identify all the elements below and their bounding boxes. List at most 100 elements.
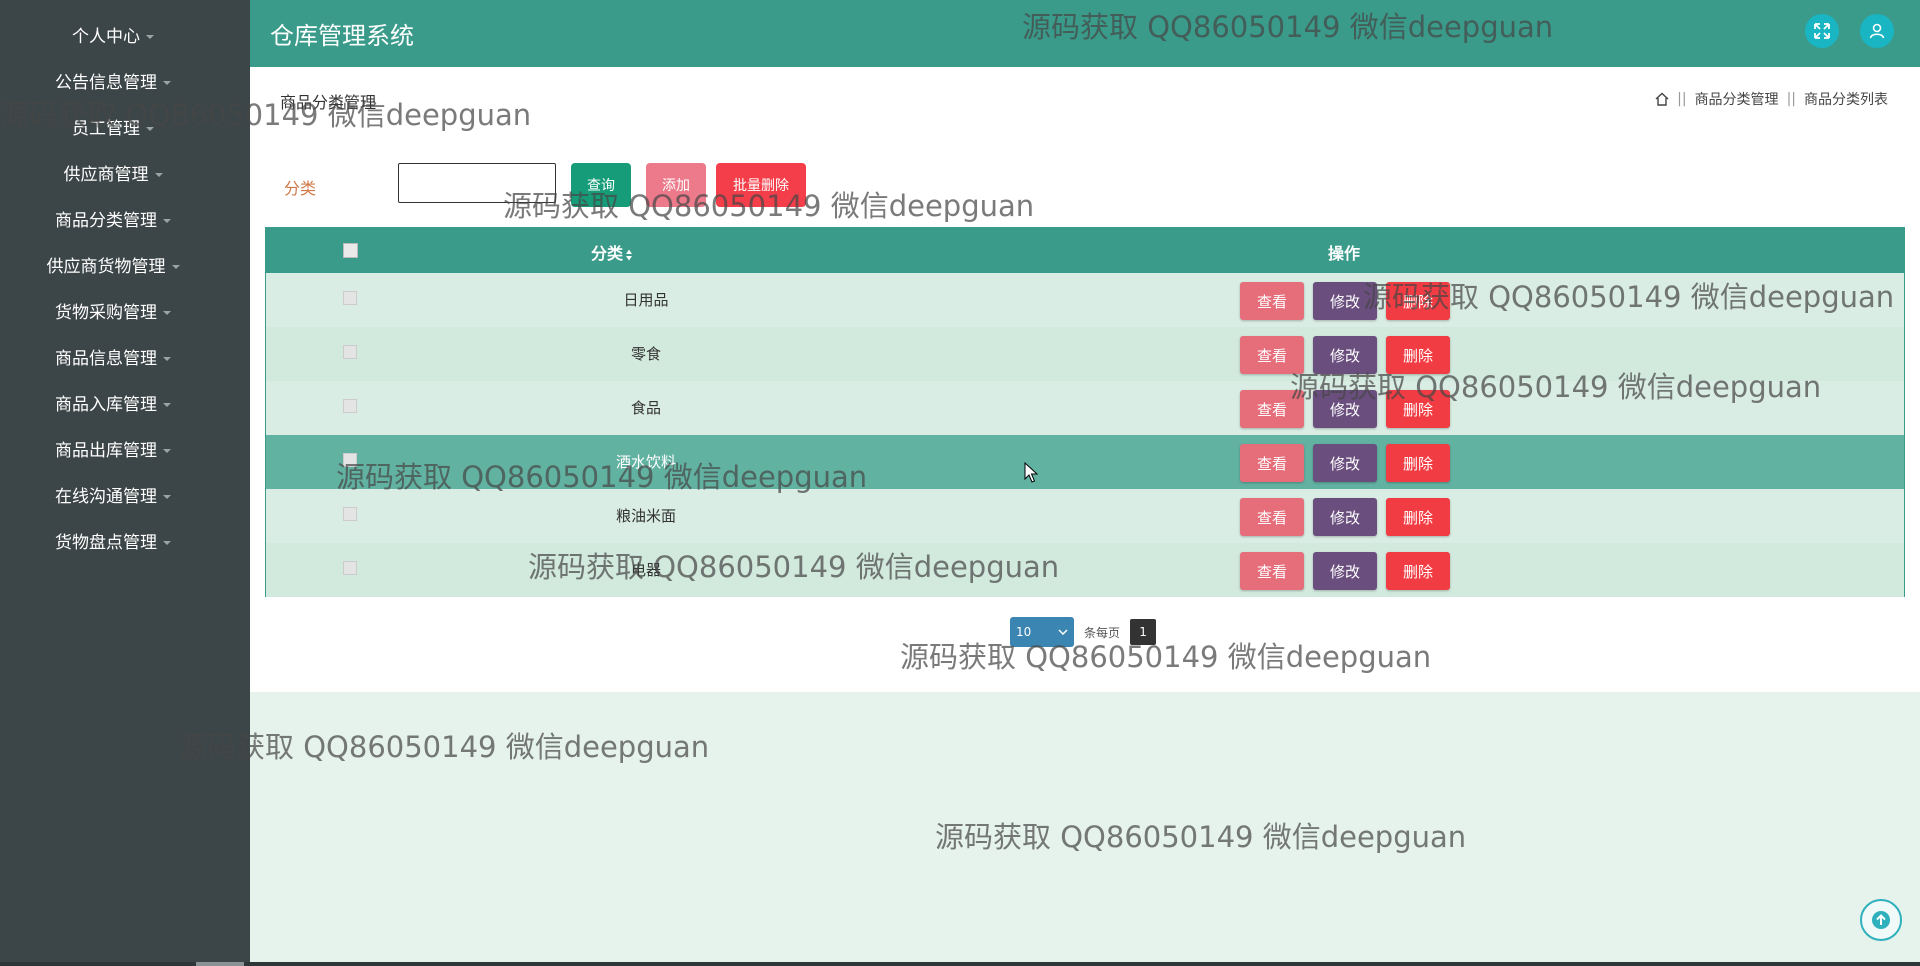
sidebar-item-label: 商品分类管理 [55, 211, 157, 231]
sidebar-item-label: 商品信息管理 [55, 349, 157, 369]
edit-button[interactable]: 修改 [1313, 498, 1377, 536]
sidebar-item-label: 商品出库管理 [55, 441, 157, 461]
category-table: 分类 操作 日用品 查看 修改 删除 零食 查看 修改 删除 食品 查看 修改 … [265, 227, 1905, 597]
user-icon [1869, 23, 1885, 39]
chevron-down-icon [163, 495, 171, 499]
breadcrumb-item: 商品分类列表 [1804, 92, 1888, 108]
sidebar-item-inventory-check[interactable]: 货物盘点管理 [0, 528, 226, 558]
row-checkbox[interactable] [343, 453, 357, 467]
expand-icon [1814, 23, 1830, 39]
arrow-up-icon [1872, 911, 1890, 929]
sidebar-item-stock-in[interactable]: 商品入库管理 [0, 390, 226, 420]
delete-button[interactable]: 删除 [1386, 444, 1450, 482]
row-category: 食品 [630, 399, 661, 417]
column-header-category[interactable]: 分类 [591, 240, 633, 264]
chevron-down-icon [163, 541, 171, 545]
scrollbar-thumb[interactable] [196, 962, 244, 966]
sidebar-item-label: 员工管理 [72, 119, 140, 139]
select-all-checkbox[interactable] [343, 243, 358, 258]
sidebar-item-announcements[interactable]: 公告信息管理 [0, 68, 226, 98]
sidebar-item-products[interactable]: 商品信息管理 [0, 344, 226, 374]
row-checkbox[interactable] [343, 399, 357, 413]
page-number-current[interactable]: 1 [1130, 619, 1157, 645]
row-checkbox[interactable] [343, 507, 357, 521]
row-category: 日用品 [623, 291, 669, 309]
column-header-actions: 操作 [1328, 244, 1361, 263]
page-size-value: 10 [1016, 625, 1032, 639]
column-header-label: 分类 [591, 244, 624, 263]
row-category: 零食 [630, 345, 661, 363]
sidebar-item-employees[interactable]: 员工管理 [0, 114, 226, 144]
chevron-down-icon [163, 219, 171, 223]
row-category: 电器 [630, 561, 661, 579]
sidebar-item-personal-center[interactable]: 个人中心 [0, 22, 226, 52]
breadcrumb: || 商品分类管理 || 商品分类列表 [1655, 89, 1888, 109]
edit-button[interactable]: 修改 [1313, 444, 1377, 482]
sidebar-item-label: 供应商货物管理 [46, 257, 166, 277]
view-button[interactable]: 查看 [1240, 336, 1304, 374]
chevron-down-icon [146, 127, 154, 131]
add-button[interactable]: 添加 [646, 163, 706, 207]
delete-button[interactable]: 删除 [1386, 336, 1450, 374]
view-button[interactable]: 查看 [1240, 498, 1304, 536]
sidebar-item-categories[interactable]: 商品分类管理 [0, 206, 226, 236]
sidebar-item-suppliers[interactable]: 供应商管理 [0, 160, 226, 190]
delete-button[interactable]: 删除 [1386, 498, 1450, 536]
chevron-down-icon [163, 81, 171, 85]
sidebar-item-stock-out[interactable]: 商品出库管理 [0, 436, 226, 466]
horizontal-scrollbar[interactable] [0, 962, 1920, 966]
chevron-down-icon [1058, 629, 1068, 635]
edit-button[interactable]: 修改 [1313, 390, 1377, 428]
user-profile-button[interactable] [1860, 14, 1894, 48]
content-panel: 商品分类管理 || 商品分类管理 || 商品分类列表 分类 查询 添加 批量删除… [250, 67, 1920, 692]
chevron-down-icon [171, 265, 180, 269]
page-title: 商品分类管理 [280, 93, 377, 112]
watermark-text: 源码获取 QQ86050149 微信deepguan [935, 820, 1467, 854]
delete-button[interactable]: 删除 [1386, 282, 1450, 320]
home-icon[interactable] [1655, 92, 1669, 106]
sidebar-item-supplier-goods[interactable]: 供应商货物管理 [0, 252, 226, 282]
sidebar-item-label: 个人中心 [72, 27, 140, 47]
top-header: 仓库管理系统 [250, 0, 1920, 67]
chevron-down-icon [163, 403, 171, 407]
view-button[interactable]: 查看 [1240, 390, 1304, 428]
breadcrumb-separator: || [1677, 91, 1687, 107]
sidebar-item-label: 货物采购管理 [55, 303, 157, 323]
pagination: 10 条每页 1 [1010, 617, 1157, 647]
chevron-down-icon [146, 35, 154, 39]
edit-button[interactable]: 修改 [1313, 336, 1377, 374]
batch-delete-button[interactable]: 批量删除 [716, 163, 806, 207]
sort-icon[interactable] [625, 248, 633, 262]
sidebar: 个人中心 公告信息管理 员工管理 供应商管理 商品分类管理 供应商货物管理 货物… [0, 0, 250, 966]
mouse-cursor-icon [1024, 462, 1038, 483]
sidebar-item-label: 供应商管理 [63, 165, 149, 185]
chevron-down-icon [163, 311, 171, 315]
sidebar-item-label: 在线沟通管理 [55, 487, 157, 507]
edit-button[interactable]: 修改 [1313, 552, 1377, 590]
row-category: 粮油米面 [615, 507, 676, 525]
view-button[interactable]: 查看 [1240, 444, 1304, 482]
table-row: 零食 查看 修改 删除 [266, 327, 1904, 381]
table-row: 电器 查看 修改 删除 [266, 543, 1904, 597]
chevron-down-icon [163, 357, 171, 361]
breadcrumb-item[interactable]: 商品分类管理 [1695, 89, 1779, 109]
query-button[interactable]: 查询 [571, 163, 631, 207]
row-checkbox[interactable] [343, 291, 357, 305]
sidebar-item-chat[interactable]: 在线沟通管理 [0, 482, 226, 512]
category-filter-input[interactable] [398, 163, 556, 203]
chevron-down-icon [154, 173, 163, 177]
delete-button[interactable]: 删除 [1386, 552, 1450, 590]
page-size-select[interactable]: 10 [1010, 617, 1074, 647]
fullscreen-button[interactable] [1805, 14, 1839, 48]
row-checkbox[interactable] [343, 345, 357, 359]
view-button[interactable]: 查看 [1240, 282, 1304, 320]
sidebar-item-purchasing[interactable]: 货物采购管理 [0, 298, 226, 328]
back-to-top-button[interactable] [1860, 899, 1902, 941]
app-title: 仓库管理系统 [270, 22, 414, 50]
edit-button[interactable]: 修改 [1313, 282, 1377, 320]
delete-button[interactable]: 删除 [1386, 390, 1450, 428]
row-checkbox[interactable] [343, 561, 357, 575]
table-row: 酒水饮料 查看 修改 删除 [266, 435, 1904, 489]
table-header: 分类 操作 [266, 228, 1904, 273]
view-button[interactable]: 查看 [1240, 552, 1304, 590]
